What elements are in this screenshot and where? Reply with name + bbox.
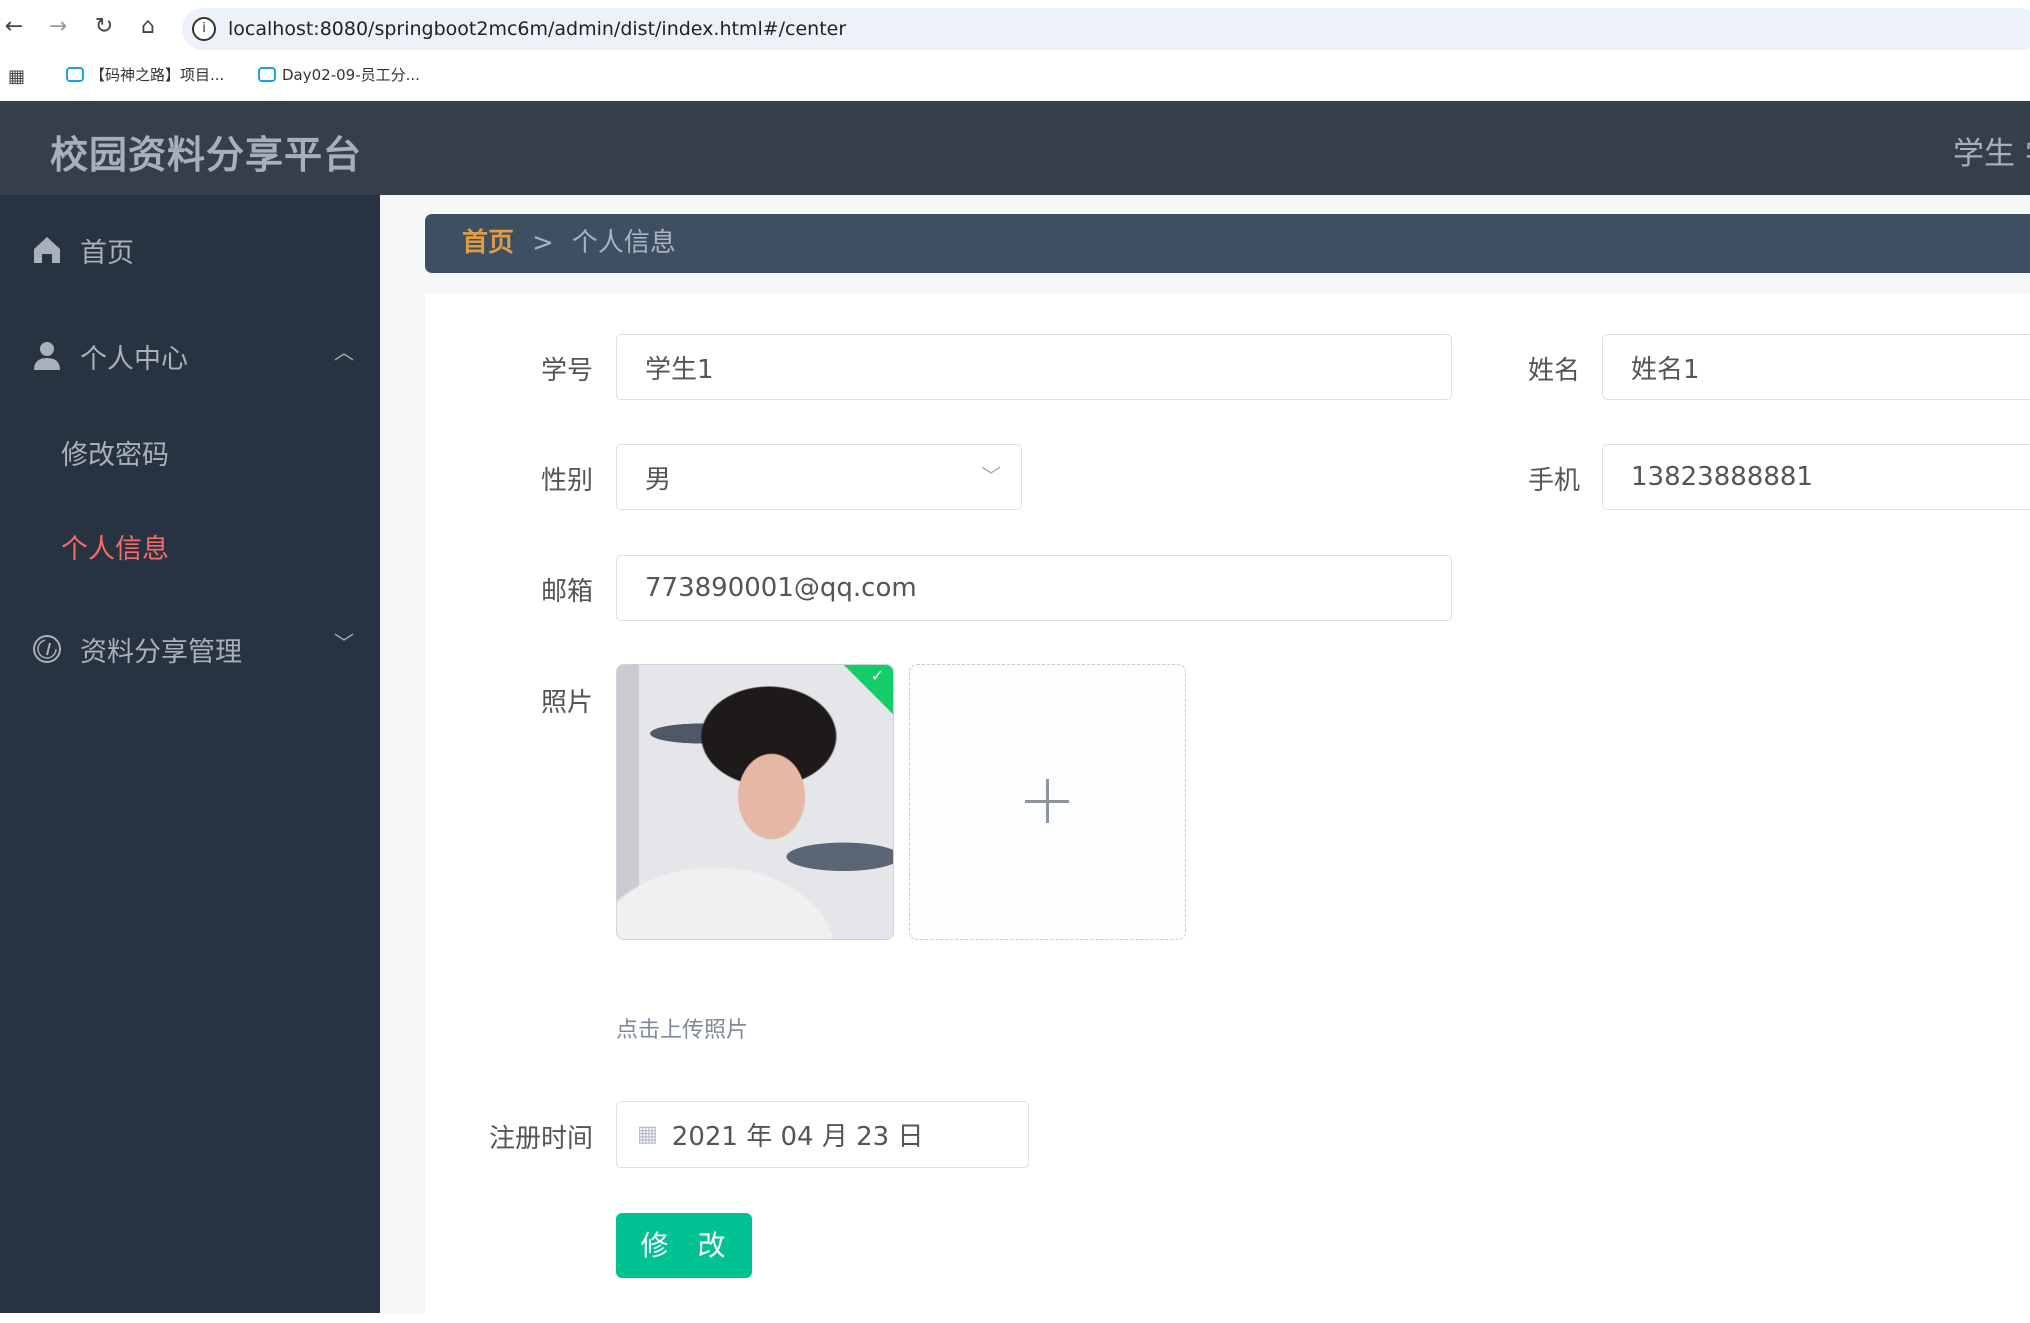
info-icon[interactable]: i	[192, 17, 216, 41]
user-icon	[32, 341, 62, 371]
sidebar-label: 资料分享管理	[80, 636, 242, 668]
phone-input[interactable]: 13823888881	[1602, 444, 2030, 510]
user-name[interactable]: 学生 学生1	[1953, 128, 2030, 173]
bookmark-label: Day02-09-员工分...	[282, 66, 420, 84]
bilibili-icon	[66, 67, 84, 82]
bookmark-label: 【码神之路】项目...	[90, 66, 225, 84]
home-browser-icon[interactable]: ⌂	[134, 14, 162, 39]
plus-icon-vertical	[1046, 779, 1049, 823]
url-text: localhost:8080/springboot2mc6m/admin/dis…	[228, 18, 847, 40]
name-input[interactable]: 姓名1	[1602, 334, 2030, 400]
breadcrumb-current: 个人信息	[571, 228, 676, 258]
gender-select[interactable]: 男 ﹀	[616, 444, 1022, 510]
email-value: 773890001@qq.com	[645, 573, 917, 603]
upload-button[interactable]	[909, 664, 1186, 940]
home-icon	[32, 235, 62, 265]
chevron-down-icon: ﹀	[334, 631, 354, 655]
breadcrumb: 首页 > 个人信息	[425, 214, 2030, 273]
sidebar-item-change-password[interactable]: 修改密码	[0, 430, 380, 474]
chevron-down-icon: ﹀	[981, 464, 1001, 488]
uploaded-photo[interactable]: ✓	[616, 664, 894, 940]
sidebar-label: 个人信息	[61, 533, 169, 565]
sidebar-label: 首页	[80, 237, 134, 269]
photo-label: 照片	[540, 688, 593, 718]
student-id-label: 学号	[540, 356, 593, 386]
sidebar-label: 个人中心	[80, 343, 188, 375]
bookmark[interactable]: Day02-09-员工分...	[258, 64, 420, 85]
breadcrumb-separator: >	[532, 228, 554, 258]
check-icon: ✓	[870, 665, 885, 685]
sidebar-item-personal-info[interactable]: 个人信息	[0, 524, 380, 568]
upload-tip: 点击上传照片	[616, 1018, 749, 1043]
register-time-input[interactable]: ▦ 2021 年 04 月 23 日	[616, 1101, 1029, 1168]
phone-label: 手机	[1527, 466, 1580, 496]
register-time-label: 注册时间	[488, 1124, 593, 1154]
app-title: 校园资料分享平台	[50, 133, 363, 177]
gender-label: 性别	[540, 466, 593, 496]
student-id-value: 学生1	[645, 354, 714, 385]
name-value: 姓名1	[1631, 354, 1700, 385]
back-icon[interactable]: ←	[0, 14, 28, 39]
calendar-icon: ▦	[637, 1122, 658, 1147]
sidebar-item-resource-sharing[interactable]: 资料分享管理 ﹀	[0, 627, 380, 671]
chevron-up-icon: ︿	[334, 340, 354, 364]
gender-value: 男	[645, 464, 672, 495]
forward-icon[interactable]: →	[44, 14, 72, 39]
reload-icon[interactable]: ↻	[90, 14, 118, 39]
sidebar-item-home[interactable]: 首页	[0, 228, 380, 272]
apps-icon[interactable]: ▦	[8, 66, 25, 87]
dashboard-icon	[32, 634, 62, 664]
sidebar-label: 修改密码	[61, 439, 169, 471]
breadcrumb-home[interactable]: 首页	[462, 228, 514, 258]
student-id-input[interactable]: 学生1	[616, 334, 1452, 400]
bilibili-icon	[258, 67, 276, 82]
name-label: 姓名	[1527, 356, 1580, 386]
success-badge: ✓	[839, 665, 893, 717]
email-input[interactable]: 773890001@qq.com	[616, 555, 1452, 621]
address-bar[interactable]: i localhost:8080/springboot2mc6m/admin/di…	[182, 8, 2030, 50]
phone-value: 13823888881	[1631, 462, 1813, 492]
bookmark[interactable]: 【码神之路】项目...	[66, 64, 224, 85]
sidebar-item-personal-center[interactable]: 个人中心 ︿	[0, 334, 380, 378]
register-time-value: 2021 年 04 月 23 日	[671, 1122, 924, 1152]
submit-button[interactable]: 修 改	[616, 1213, 752, 1278]
email-label: 邮箱	[540, 577, 593, 607]
